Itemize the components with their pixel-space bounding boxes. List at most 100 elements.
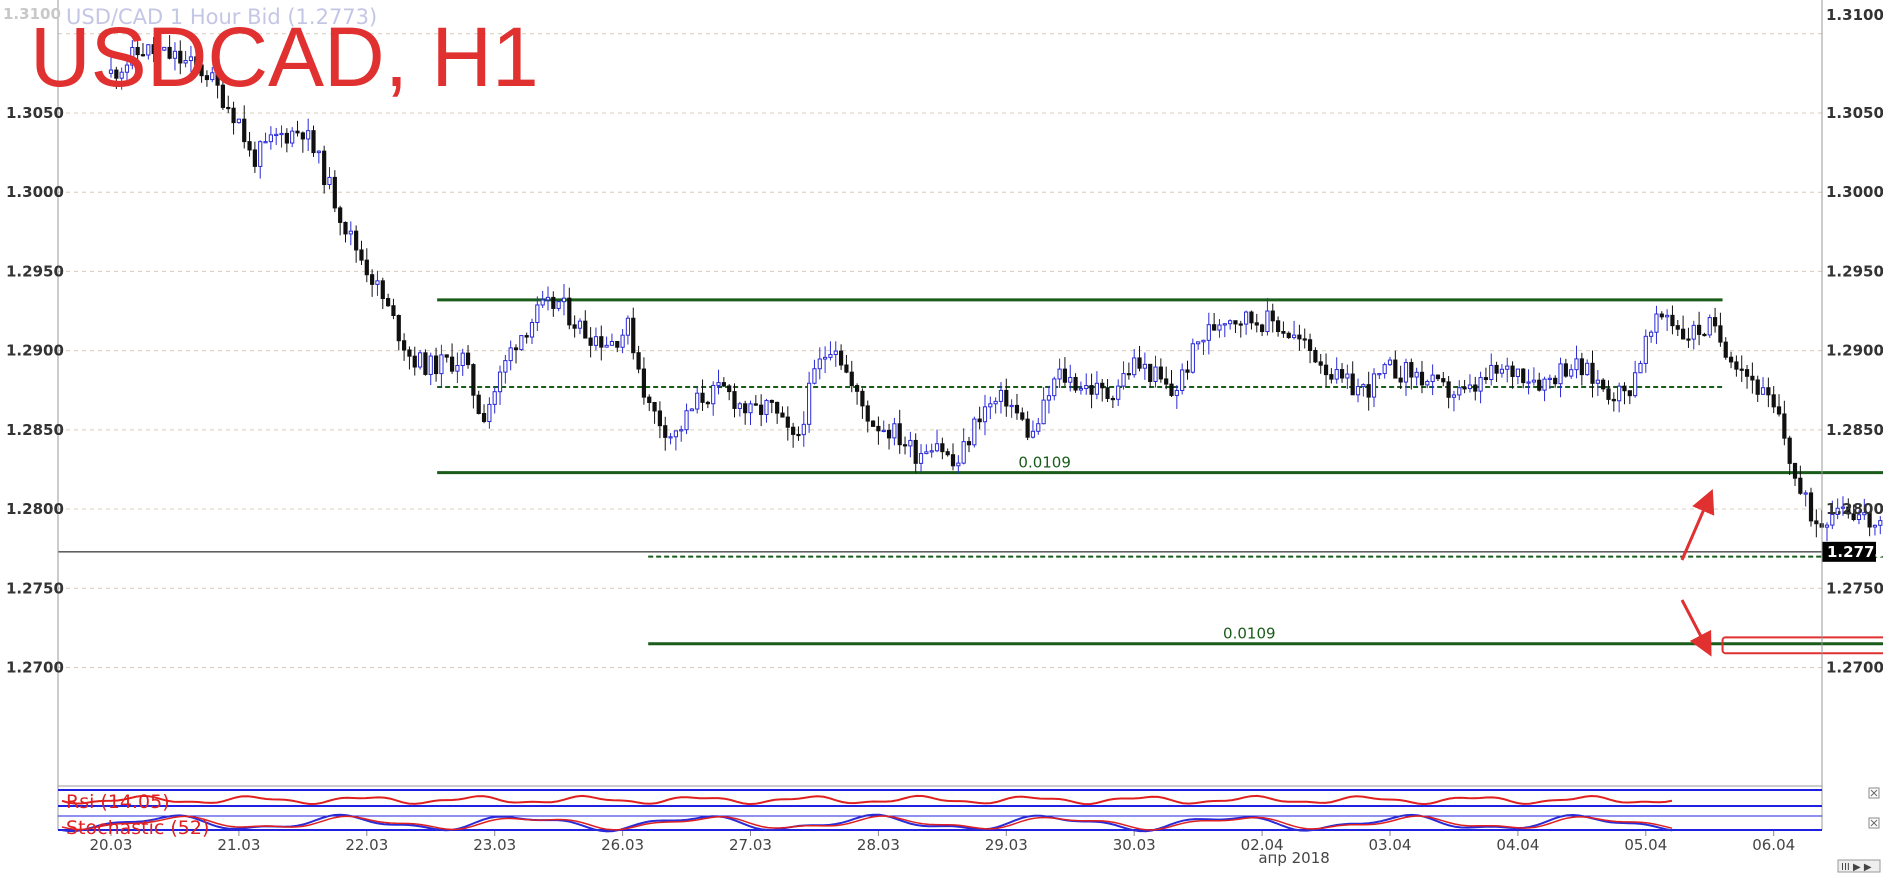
candle-body <box>1595 379 1600 384</box>
candle-body <box>1409 362 1414 378</box>
close-icon[interactable] <box>1868 787 1880 799</box>
candle-body <box>743 403 748 414</box>
candle-body <box>1393 359 1398 379</box>
candle-body <box>748 403 753 414</box>
candle-body <box>1569 369 1574 377</box>
current-price-label: 1.2773 <box>1827 543 1883 561</box>
candle-body <box>1196 341 1201 345</box>
candle-body <box>908 439 913 447</box>
candle-body <box>247 141 252 151</box>
candle-body <box>284 132 289 144</box>
candle-body <box>231 107 236 124</box>
candle-body <box>1121 373 1126 387</box>
candle-body <box>711 384 716 405</box>
candle-body <box>950 454 956 467</box>
candle-body <box>1068 376 1073 383</box>
candle-body <box>1217 324 1222 331</box>
candle-body <box>881 429 886 433</box>
candle-body <box>263 141 268 144</box>
candle-body <box>929 450 934 453</box>
candle-body <box>716 382 721 386</box>
candle-body <box>849 371 854 387</box>
x-tick-label: 27.03 <box>729 836 772 854</box>
candle-body <box>1382 364 1387 375</box>
candle-body <box>311 130 316 154</box>
candle-body <box>316 150 321 154</box>
candle-body <box>1345 373 1350 379</box>
candle-body <box>556 301 561 309</box>
candle-body <box>508 347 513 362</box>
candle-body <box>1494 364 1499 374</box>
candle-body <box>380 280 385 300</box>
candle-body <box>551 296 556 309</box>
candle-body <box>561 297 567 303</box>
candle-body <box>1766 387 1771 396</box>
candle-body <box>1233 320 1238 325</box>
candle-body <box>1041 399 1046 425</box>
candle-body <box>807 382 812 425</box>
candle-body <box>1622 385 1627 392</box>
range-annotation: 0.0109 <box>1223 625 1276 643</box>
candle-body <box>529 322 535 338</box>
y-tick-label-right: 1.2700 <box>1826 658 1883 676</box>
y-tick-label-left: 1.2700 <box>6 658 64 676</box>
candle-body <box>1872 524 1878 528</box>
indicator-label: Stochastic (52) <box>66 817 209 839</box>
candle-body <box>433 355 439 375</box>
candle-body <box>1627 390 1632 397</box>
candle-body <box>1547 377 1552 381</box>
candle-body <box>417 352 423 368</box>
candle-body <box>300 132 305 140</box>
candle-body <box>1803 492 1808 495</box>
close-icon[interactable] <box>1868 817 1880 829</box>
candle-body <box>732 391 737 409</box>
candle-body <box>1579 358 1584 376</box>
candle-body <box>1792 462 1798 479</box>
candle-body <box>1228 320 1233 325</box>
y-tick-label-right: 1.3000 <box>1826 183 1883 201</box>
candle-body <box>487 403 492 422</box>
candle-body <box>412 355 417 368</box>
candle-body <box>572 324 577 329</box>
candle-body <box>1670 314 1675 327</box>
x-tick-label: 22.03 <box>345 836 388 854</box>
y-tick-label-right: 1.3050 <box>1826 104 1883 122</box>
candle-body <box>471 364 476 396</box>
candle-body <box>236 118 242 124</box>
x-tick-label: 26.03 <box>601 836 644 854</box>
candle-body <box>1467 384 1473 390</box>
candle-body <box>593 336 599 346</box>
candle-body <box>391 305 396 317</box>
chart-title: USDCAD, H1 <box>30 10 539 104</box>
y-tick-label-right: 1.2850 <box>1826 421 1883 439</box>
candle-body <box>721 382 726 387</box>
candle-body <box>1542 378 1547 391</box>
candle-body <box>1291 334 1297 339</box>
candle-body <box>615 340 620 348</box>
candle-body <box>1718 325 1723 343</box>
usdcad-chart[interactable]: 0.0109 0.0109 1.2773 1.2700 1.2700 1.2750 1.… <box>0 0 1883 874</box>
x-tick-label: 28.03 <box>857 836 900 854</box>
candle-body <box>1281 331 1286 334</box>
x-tick-label: 29.03 <box>985 836 1028 854</box>
candle-body <box>1238 323 1243 326</box>
candle-body <box>1398 377 1403 383</box>
candle-body <box>540 299 545 306</box>
candle-body <box>737 403 742 409</box>
x-tick-label: 04.04 <box>1496 836 1539 854</box>
candle-body <box>801 423 806 436</box>
candle-body <box>1808 492 1814 522</box>
candle-body <box>279 132 284 136</box>
scroll-controls[interactable]: III ▶ ▶ <box>1837 859 1881 873</box>
candle-body <box>1824 524 1830 528</box>
candle-body <box>1206 324 1211 341</box>
y-tick-label-right: 1.2750 <box>1826 579 1883 597</box>
candle-body <box>817 358 822 370</box>
candle-body <box>972 418 977 446</box>
candle-body <box>460 352 465 367</box>
candle-body <box>828 354 833 358</box>
candle-body <box>1739 368 1744 371</box>
candle-body <box>934 443 940 452</box>
y-tick-label-left: 1.2800 <box>6 500 64 518</box>
candle-body <box>1425 381 1430 386</box>
